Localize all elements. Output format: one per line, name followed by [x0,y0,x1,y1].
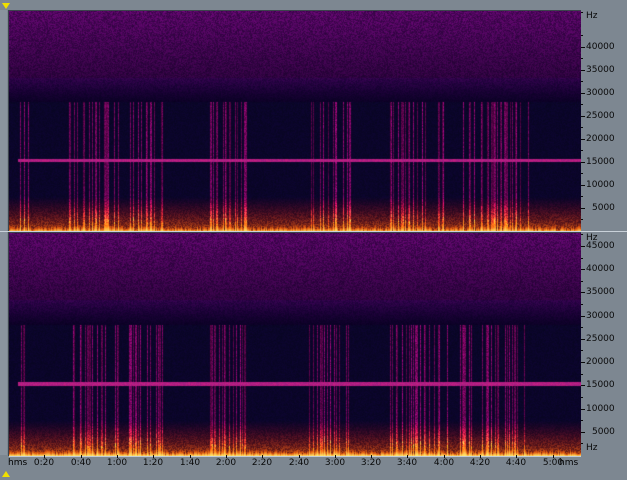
time-tick-label: 2:20 [251,458,273,468]
frequency-tick-label: 40000 [586,42,615,52]
spectrogram-channel-2[interactable] [8,232,581,457]
frequency-minor-tick [581,350,583,351]
frequency-unit-label-bottom: Hz [586,443,598,453]
frequency-minor-tick [581,258,583,259]
frequency-tick-label: 5000 [592,203,615,213]
channel-2-gutter [0,232,7,455]
frequency-tick [581,316,585,317]
frequency-tick-label: 25000 [586,111,615,121]
frequency-minor-tick [581,104,583,105]
time-tick-label: 4:00 [433,458,455,468]
frequency-tick [581,116,585,117]
frequency-tick [581,339,585,340]
frequency-tick-label: 20000 [586,357,615,367]
frequency-tick [581,185,585,186]
frequency-tick [581,362,585,363]
frequency-tick [581,409,585,410]
frequency-minor-tick [581,58,583,59]
frequency-minor-tick [581,397,583,398]
frequency-minor-tick [581,443,583,444]
time-tick-label: 4:20 [469,458,491,468]
time-unit-label-left: hms [8,458,28,468]
frequency-tick-label: 35000 [586,287,615,297]
frequency-ruler-channel-1: Hz 40000 35000 30000 25000 20000 15000 10000 500… [581,10,627,231]
frequency-tick-label: 30000 [586,311,615,321]
playhead-marker-bottom[interactable] [2,471,10,477]
time-tick-label: 0:40 [70,458,92,468]
frequency-minor-tick [581,173,583,174]
frequency-tick-label: 40000 [586,264,615,274]
frequency-minor-tick [581,374,583,375]
frequency-minor-tick [581,327,583,328]
time-unit-label-right: hms [559,458,579,468]
time-tick-label: 1:00 [106,458,128,468]
time-tick-label: 3:40 [396,458,418,468]
frequency-tick [581,70,585,71]
frequency-tick [581,47,585,48]
frequency-tick-label: 10000 [586,180,615,190]
playhead-marker-top[interactable] [2,3,10,9]
time-tick-label: 3:20 [360,458,382,468]
time-tick-label: 1:20 [142,458,164,468]
frequency-minor-tick [581,150,583,151]
time-tick-label: 0:20 [33,458,55,468]
frequency-tick-label: 5000 [592,427,615,437]
time-tick-label: 3:00 [324,458,346,468]
spectral-view-window: Hz 40000 35000 30000 25000 20000 15000 10000 500… [0,0,627,480]
time-tick-label: 2:00 [215,458,237,468]
frequency-minor-tick [581,420,583,421]
frequency-tick [581,269,585,270]
time-ruler[interactable]: 0:20 0:40 1:00 1:20 1:40 2:00 2:20 2:40 3:00 3:20… [8,455,580,471]
spectrogram-channel-1[interactable] [8,10,581,233]
frequency-minor-tick [581,281,583,282]
frequency-tick [581,292,585,293]
frequency-tick [581,208,585,209]
frequency-minor-tick [581,127,583,128]
frequency-minor-tick [581,219,583,220]
frequency-tick [581,162,585,163]
frequency-minor-tick [581,196,583,197]
frequency-tick-label: 10000 [586,404,615,414]
frequency-tick-label: 45000 [586,241,615,251]
frequency-tick-label: 35000 [586,65,615,75]
frequency-tick-label: 25000 [586,334,615,344]
frequency-tick [581,385,585,386]
frequency-minor-tick [581,35,583,36]
frequency-ruler-channel-2: Hz 45000 40000 35000 30000 25000 20000 15000 100… [581,232,627,455]
channel-1-gutter [0,10,7,231]
spectrogram-channel-1-canvas[interactable] [9,11,581,232]
frequency-minor-tick [581,234,583,235]
frequency-tick [581,139,585,140]
frequency-tick [581,246,585,247]
frequency-tick-label: 15000 [586,380,615,390]
frequency-tick-label: 20000 [586,134,615,144]
frequency-unit-label: Hz [586,11,598,21]
frequency-tick [581,432,585,433]
frequency-tick-label: 15000 [586,157,615,167]
time-tick-label: 4:40 [505,458,527,468]
spectrogram-channel-2-canvas[interactable] [9,233,581,456]
frequency-minor-tick [581,81,583,82]
frequency-minor-tick [581,12,583,13]
frequency-minor-tick [581,304,583,305]
time-tick-label: 2:40 [288,458,310,468]
frequency-tick [581,93,585,94]
time-tick-label: 1:40 [179,458,201,468]
frequency-tick-label: 30000 [586,88,615,98]
